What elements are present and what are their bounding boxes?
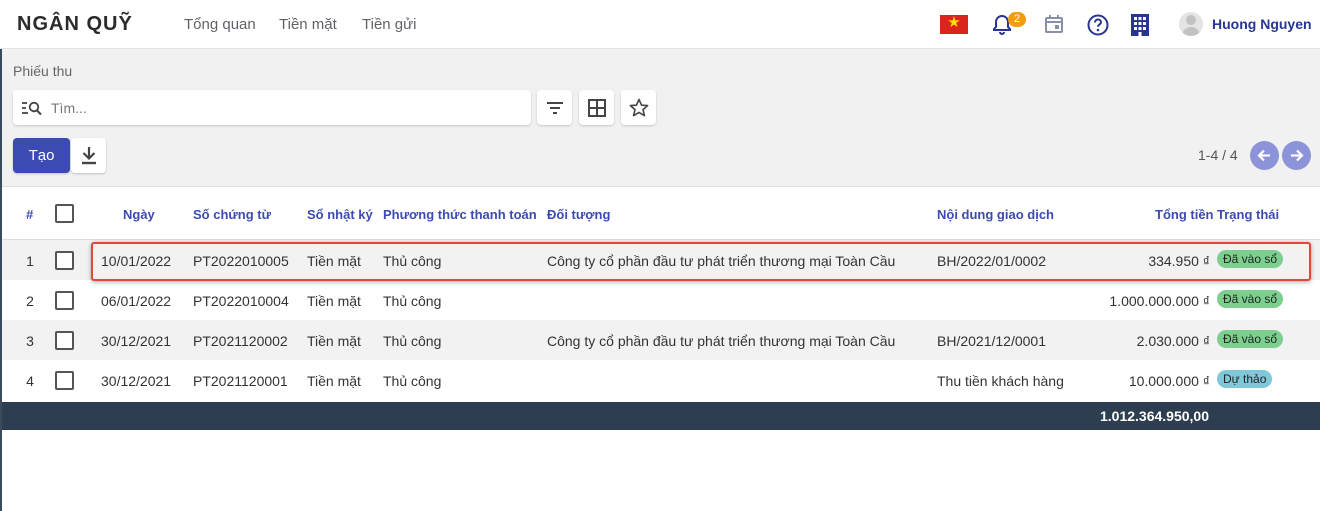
table-footer: 1.012.364.950,00 — [2, 402, 1320, 430]
control-panel: Phiếu thu Tạo — [2, 49, 1320, 187]
download-icon — [82, 147, 96, 165]
cell-voucher: PT2021120002 — [193, 333, 288, 349]
cell-journal: Tiền mặt — [307, 333, 361, 349]
filter-icon — [547, 102, 563, 114]
row-index: 4 — [26, 373, 34, 389]
favorites-button[interactable] — [621, 90, 656, 125]
search-box[interactable] — [13, 90, 531, 125]
search-icon — [22, 101, 42, 116]
vietnam-flag-icon[interactable]: ★ — [940, 14, 968, 34]
column-header-status[interactable]: Trạng thái — [1217, 207, 1279, 222]
cell-method: Thủ công — [383, 333, 442, 349]
cell-description: Thu tiền khách hàng — [937, 373, 1064, 389]
table-row[interactable]: 4 30/12/2021 PT2021120001 Tiền mặt Thủ c… — [2, 360, 1320, 400]
cell-voucher: PT2022010004 — [193, 293, 289, 309]
cell-journal: Tiền mặt — [307, 293, 361, 309]
arrow-left-icon — [1257, 149, 1270, 162]
cell-journal: Tiền mặt — [307, 373, 361, 389]
table-row[interactable]: 3 30/12/2021 PT2021120002 Tiền mặt Thủ c… — [2, 320, 1320, 360]
row-checkbox[interactable] — [55, 331, 74, 350]
notification-count-badge: 2 — [1008, 12, 1026, 27]
table-row[interactable]: 2 06/01/2022 PT2022010004 Tiền mặt Thủ c… — [2, 280, 1320, 320]
search-input[interactable] — [49, 97, 523, 119]
row-checkbox[interactable] — [55, 291, 74, 310]
cell-date: 06/01/2022 — [101, 293, 172, 309]
pager-previous-button[interactable] — [1250, 141, 1279, 170]
arrow-right-icon — [1291, 149, 1304, 162]
company-building-icon[interactable] — [1130, 13, 1150, 37]
row-checkbox[interactable] — [55, 371, 74, 390]
grid-icon — [588, 99, 606, 117]
row-highlight-frame — [91, 242, 1311, 281]
star-icon — [629, 98, 649, 117]
column-header-journal[interactable]: Sổ nhật ký — [307, 207, 373, 222]
nav-deposit[interactable]: Tiền gửi — [362, 16, 417, 33]
app-brand[interactable]: NGÂN QUỸ — [17, 13, 133, 36]
cell-total: 1.000.000.000 ₫ — [1109, 293, 1210, 309]
help-icon[interactable] — [1087, 14, 1109, 36]
column-header-date[interactable]: Ngày — [123, 207, 155, 222]
column-header-partner[interactable]: Đối tượng — [547, 207, 610, 222]
pager-value[interactable]: 1-4 / 4 — [1198, 147, 1238, 163]
cell-voucher: PT2021120001 — [193, 373, 288, 389]
cell-description: BH/2021/12/0001 — [937, 333, 1046, 349]
row-checkbox[interactable] — [55, 251, 74, 270]
user-name[interactable]: Huong Nguyen — [1212, 16, 1312, 32]
nav-cash[interactable]: Tiền mặt — [279, 16, 337, 33]
user-avatar[interactable] — [1179, 12, 1203, 36]
row-index: 1 — [26, 253, 34, 269]
table-header: # Ngày Số chứng từ Sổ nhật ký Phương thứ… — [2, 187, 1320, 240]
status-badge: Đã vào sổ — [1217, 290, 1284, 308]
calendar-icon[interactable] — [1044, 14, 1064, 34]
nav-overview[interactable]: Tổng quan — [184, 16, 256, 33]
column-header-method[interactable]: Phương thức thanh toán — [383, 207, 537, 222]
pager-next-button[interactable] — [1282, 141, 1311, 170]
filter-button[interactable] — [537, 90, 572, 125]
create-button[interactable]: Tạo — [13, 138, 70, 173]
cell-date: 30/12/2021 — [101, 333, 172, 349]
download-button[interactable] — [71, 138, 106, 173]
cell-method: Thủ công — [383, 373, 442, 389]
column-header-description[interactable]: Nội dung giao dịch — [937, 207, 1054, 222]
status-badge: Đã vào sổ — [1217, 330, 1284, 348]
cell-total: 2.030.000 ₫ — [1136, 333, 1210, 349]
breadcrumb[interactable]: Phiếu thu — [13, 63, 72, 79]
cell-method: Thủ công — [383, 293, 442, 309]
top-navbar: NGÂN QUỸ Tổng quan Tiền mặt Tiền gửi ★ 2… — [0, 0, 1320, 49]
column-header-voucher[interactable]: Số chứng từ — [193, 207, 271, 222]
column-header-total[interactable]: Tổng tiền — [1155, 207, 1214, 222]
group-by-button[interactable] — [579, 90, 614, 125]
select-all-checkbox[interactable] — [55, 204, 74, 223]
status-badge: Dự thảo — [1217, 370, 1273, 388]
cell-date: 30/12/2021 — [101, 373, 172, 389]
cell-partner: Công ty cổ phần đầu tư phát triển thương… — [547, 333, 896, 349]
row-index: 3 — [26, 333, 34, 349]
row-index: 2 — [26, 293, 34, 309]
cell-total: 10.000.000 ₫ — [1128, 373, 1210, 389]
column-header-index: # — [26, 207, 34, 222]
grand-total: 1.012.364.950,00 — [1100, 408, 1209, 424]
